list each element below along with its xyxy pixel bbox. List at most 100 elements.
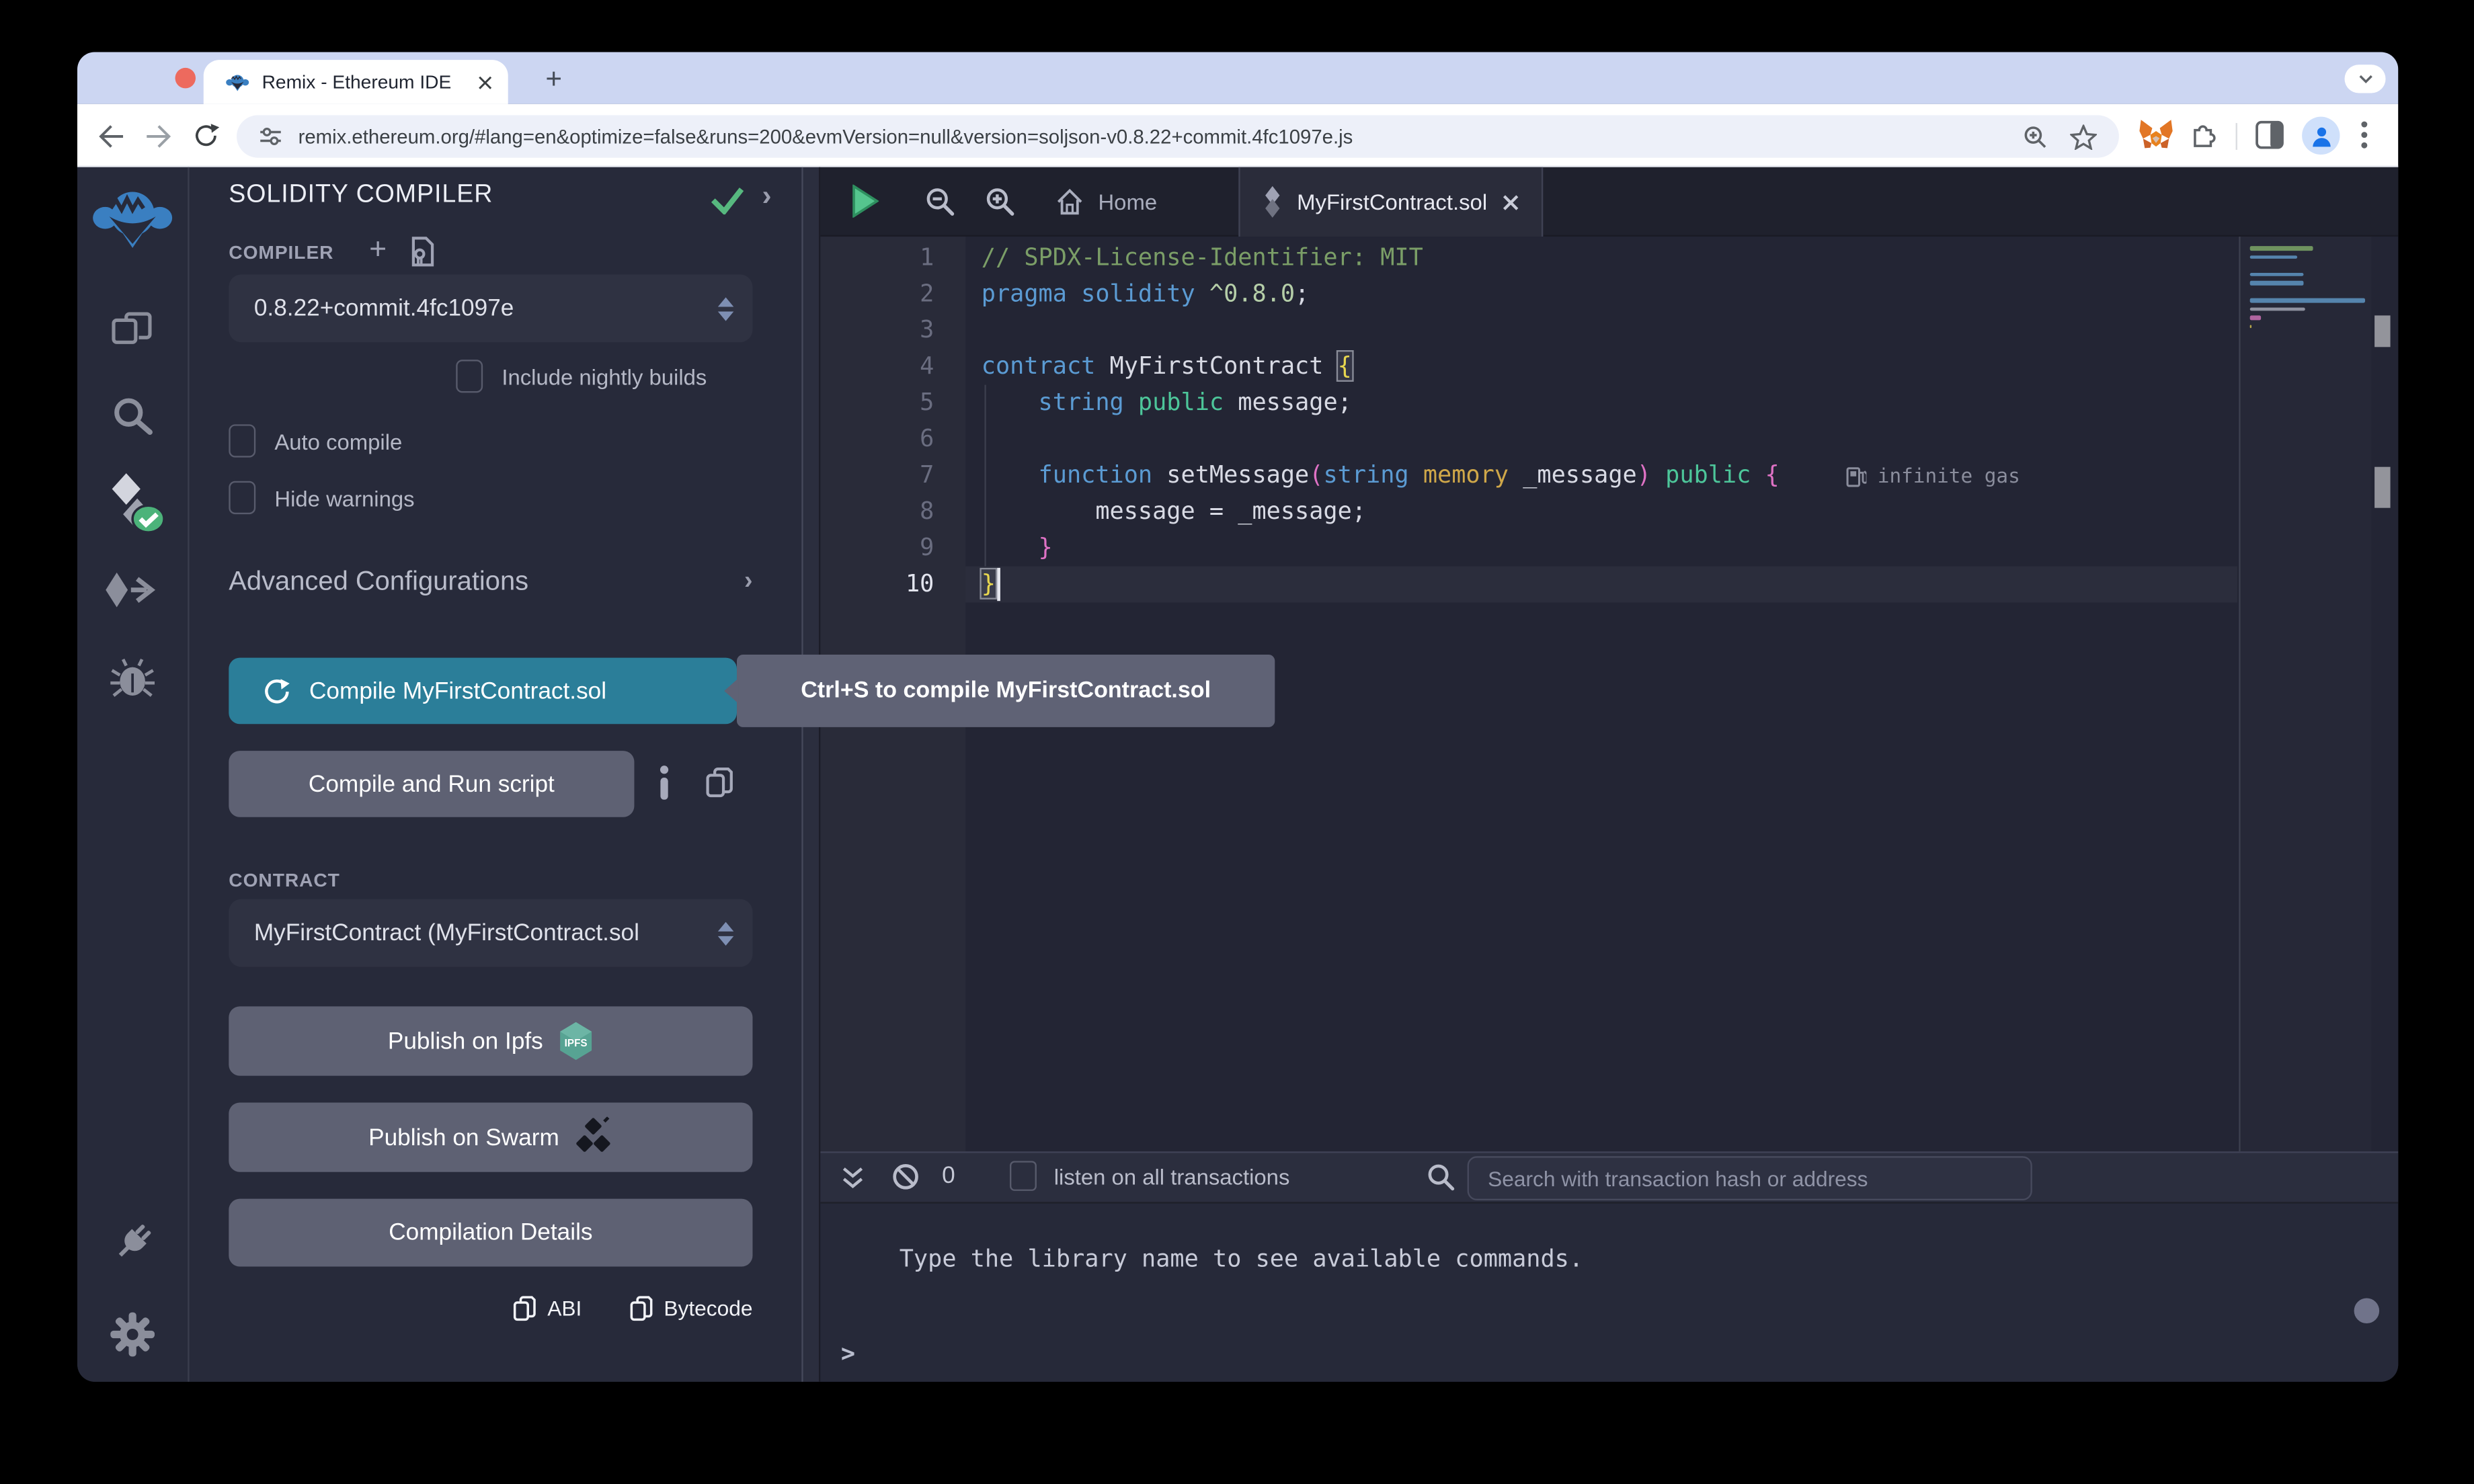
code-line: string public message;: [982, 385, 1352, 421]
terminal-toolbar: 0 listen on all transactions: [820, 1153, 2398, 1204]
plugin-manager-icon[interactable]: [109, 1219, 156, 1266]
toolbar-divider: [2236, 123, 2237, 150]
tab-strip: Remix - Ethereum IDE +: [77, 52, 2398, 104]
editor-scrollbar-thumb[interactable]: [2375, 467, 2390, 508]
url-text[interactable]: remix.ethereum.org/#lang=en&optimize=fal…: [298, 126, 2023, 148]
auto-compile-label: Auto compile: [274, 428, 402, 454]
line-number: 8: [820, 494, 934, 530]
minimap-line: [2250, 255, 2297, 259]
tab-myfirstcontract[interactable]: MyFirstContract.sol: [1238, 167, 1542, 237]
terminal-search-input[interactable]: [1468, 1156, 2032, 1200]
metamask-icon[interactable]: [2138, 118, 2174, 151]
auto-compile-checkbox[interactable]: [229, 424, 255, 457]
minimap-line: [2250, 315, 2260, 319]
compiler-version-select[interactable]: 0.8.22+commit.4fc1097e: [229, 274, 752, 342]
panel-resize-handle[interactable]: [801, 167, 820, 1382]
tab-close-icon[interactable]: [478, 75, 492, 89]
select-updown-icon: [718, 921, 733, 945]
tab-myfirstcontract-label: MyFirstContract.sol: [1297, 190, 1487, 215]
solidity-compiler-panel: SOLIDITY COMPILER › COMPILER + 0.8.22+co…: [190, 167, 802, 1382]
chevron-right-icon: ›: [744, 568, 753, 596]
new-tab-button[interactable]: +: [535, 60, 573, 97]
terminal-prompt[interactable]: >: [841, 1339, 855, 1368]
listen-transactions-label: listen on all transactions: [1054, 1164, 1290, 1190]
zoom-icon[interactable]: [2023, 124, 2048, 149]
extensions-icon[interactable]: [2188, 118, 2220, 150]
listen-transactions-checkbox[interactable]: [1010, 1161, 1037, 1191]
minimap-line: [2250, 281, 2303, 285]
menu-dots-icon[interactable]: [2360, 120, 2368, 150]
minimap[interactable]: [2239, 237, 2371, 1151]
solidity-compiler-icon[interactable]: [99, 470, 166, 536]
zoom-out-icon[interactable]: [924, 186, 955, 216]
browser-tab[interactable]: Remix - Ethereum IDE: [204, 60, 508, 104]
compiler-version-value: 0.8.22+commit.4fc1097e: [254, 295, 514, 322]
terminal-help-text: Type the library name to see available c…: [900, 1245, 1583, 1273]
transaction-count-badge: 0: [942, 1163, 955, 1190]
auto-compile-row: Auto compile: [229, 424, 402, 457]
add-compiler-icon[interactable]: +: [369, 233, 387, 268]
terminal: 0 listen on all transactions Type the li…: [820, 1151, 2398, 1382]
forward-icon[interactable]: [139, 117, 177, 155]
advanced-configurations-toggle[interactable]: Advanced Configurations ›: [229, 567, 752, 598]
close-window-button[interactable]: [175, 68, 196, 89]
contract-select[interactable]: MyFirstContract (MyFirstContract.sol: [229, 899, 752, 967]
deploy-run-icon[interactable]: [103, 571, 163, 609]
search-icon[interactable]: [110, 395, 155, 439]
terminal-scroll-dot[interactable]: [2354, 1298, 2380, 1323]
include-nightly-checkbox[interactable]: [456, 360, 483, 393]
advanced-configurations-label: Advanced Configurations: [229, 567, 528, 598]
reload-icon[interactable]: [188, 117, 225, 155]
tab-close-icon[interactable]: [1501, 193, 1519, 210]
editor-tabbar: Home MyFirstContract.sol: [820, 167, 2398, 237]
settings-gear-icon[interactable]: [109, 1311, 156, 1358]
abi-label: ABI: [547, 1296, 582, 1320]
copy-script-icon[interactable]: [705, 767, 733, 798]
url-bar[interactable]: remix.ethereum.org/#lang=en&optimize=fal…: [237, 115, 2119, 157]
compilation-details-button[interactable]: Compilation Details: [229, 1199, 752, 1267]
hide-warnings-row: Hide warnings: [229, 481, 414, 514]
code-line: }: [982, 567, 996, 603]
panel-docs-chevron-icon[interactable]: ›: [762, 180, 772, 213]
debugger-icon[interactable]: [109, 656, 156, 700]
copy-abi-button[interactable]: ABI: [513, 1295, 582, 1322]
compile-and-run-button[interactable]: Compile and Run script: [229, 751, 634, 817]
minimap-line: [2250, 324, 2252, 328]
file-explorer-icon[interactable]: [109, 306, 156, 350]
publish-swarm-button[interactable]: Publish on Swarm: [229, 1102, 752, 1171]
compile-button[interactable]: Compile MyFirstContract.sol: [229, 658, 737, 725]
contract-select-value: MyFirstContract (MyFirstContract.sol: [254, 919, 639, 946]
compilation-details-label: Compilation Details: [389, 1219, 592, 1246]
bytecode-label: Bytecode: [664, 1296, 752, 1320]
hide-warnings-checkbox[interactable]: [229, 481, 255, 514]
bookmark-star-icon[interactable]: [2070, 124, 2097, 149]
license-icon[interactable]: [410, 237, 436, 268]
tab-home[interactable]: Home: [1033, 167, 1179, 237]
info-icon[interactable]: [658, 765, 671, 800]
minimap-line: [2250, 298, 2365, 302]
contract-section-label: CONTRACT: [229, 869, 340, 891]
copy-bytecode-button[interactable]: Bytecode: [629, 1295, 753, 1322]
collapse-double-chevron-icon[interactable]: [841, 1165, 865, 1189]
browser-toolbar: remix.ethereum.org/#lang=en&optimize=fal…: [77, 104, 2398, 167]
hide-warnings-label: Hide warnings: [274, 485, 414, 511]
code-line: }: [982, 530, 1053, 567]
publish-ipfs-button[interactable]: Publish on Ipfs IPFS: [229, 1006, 752, 1075]
line-number: 7: [820, 458, 934, 494]
browser-window: Remix - Ethereum IDE +: [77, 52, 2398, 1381]
profile-avatar[interactable]: [2302, 117, 2340, 155]
block-listen-icon[interactable]: [891, 1163, 920, 1191]
run-script-play-icon[interactable]: [852, 185, 879, 218]
back-icon[interactable]: [91, 117, 129, 155]
site-settings-icon[interactable]: [259, 126, 282, 147]
svg-text:IPFS: IPFS: [565, 1038, 588, 1049]
compile-success-check-icon: [710, 186, 745, 214]
remix-favicon-icon: [226, 72, 249, 93]
line-number: 2: [820, 276, 934, 313]
side-panel-icon[interactable]: [2255, 120, 2285, 150]
editor-scrollbar-thumb[interactable]: [2375, 315, 2390, 347]
tab-search-chevron[interactable]: [2344, 65, 2385, 93]
zoom-in-icon[interactable]: [984, 186, 1014, 216]
remix-logo-icon[interactable]: [91, 186, 173, 253]
remix-app: SOLIDITY COMPILER › COMPILER + 0.8.22+co…: [77, 167, 2398, 1382]
